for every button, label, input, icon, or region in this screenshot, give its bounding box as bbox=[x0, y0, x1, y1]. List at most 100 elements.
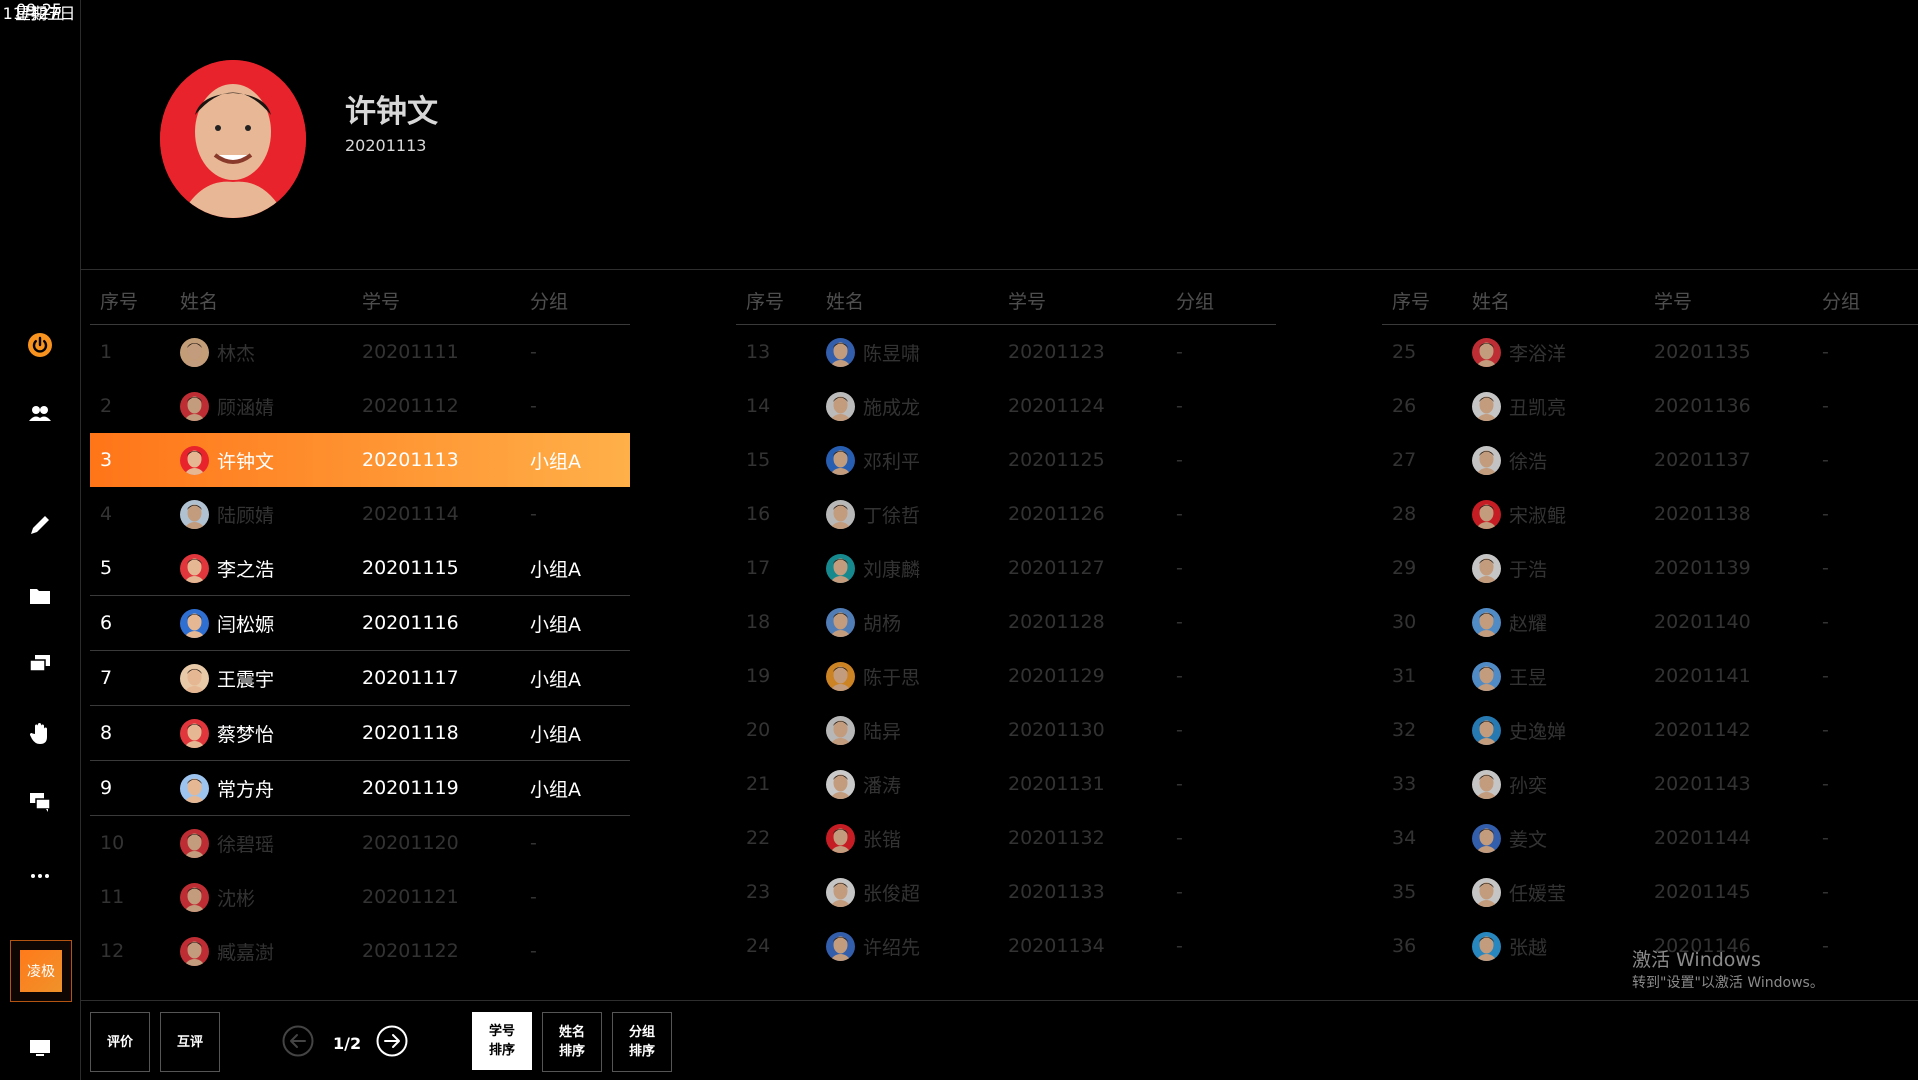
student-row[interactable]: 31 王昱 20201141 - bbox=[1382, 649, 1918, 703]
student-row[interactable]: 4 陆顾婧 20201114 - bbox=[90, 487, 630, 541]
student-group: - bbox=[530, 940, 537, 962]
student-row[interactable]: 14 施成龙 20201124 - bbox=[736, 379, 1276, 433]
student-id: 20201122 bbox=[362, 940, 459, 962]
student-row[interactable]: 3 许钟文 20201113 小组A bbox=[90, 433, 630, 487]
student-row[interactable]: 15 邓利平 20201125 - bbox=[736, 433, 1276, 487]
student-row[interactable]: 12 臧嘉澍 20201122 - bbox=[90, 924, 630, 978]
student-group: 小组A bbox=[530, 450, 581, 473]
sort-by-id-button[interactable]: 学号 排序 bbox=[472, 1012, 532, 1070]
student-avatar bbox=[826, 391, 855, 421]
peer-review-button[interactable]: 互评 bbox=[160, 1012, 220, 1072]
student-group: - bbox=[1176, 773, 1183, 795]
header-name: 姓名 bbox=[1472, 290, 1511, 313]
student-name-cell: 闫松嫄 bbox=[180, 596, 274, 650]
sort-by-group-button[interactable]: 分组 排序 bbox=[612, 1012, 672, 1072]
student-row[interactable]: 27 徐浩 20201137 - bbox=[1382, 433, 1918, 487]
student-row[interactable]: 16 丁徐哲 20201126 - bbox=[736, 487, 1276, 541]
student-name-cell: 潘涛 bbox=[826, 757, 901, 811]
student-row[interactable]: 25 李浴洋 20201135 - bbox=[1382, 325, 1918, 379]
student-avatar bbox=[826, 661, 855, 691]
student-row[interactable]: 7 王震宇 20201117 小组A bbox=[90, 651, 630, 706]
student-name-cell: 陈于思 bbox=[826, 649, 920, 703]
student-avatar bbox=[1472, 391, 1501, 421]
student-row[interactable]: 5 李之浩 20201115 小组A bbox=[90, 541, 630, 596]
student-seq: 11 bbox=[100, 886, 125, 908]
student-row[interactable]: 8 蔡梦怡 20201118 小组A bbox=[90, 706, 630, 761]
student-seq: 19 bbox=[746, 665, 771, 687]
student-row[interactable]: 6 闫松嫄 20201116 小组A bbox=[90, 596, 630, 651]
student-seq: 17 bbox=[746, 557, 771, 579]
student-id: 20201145 bbox=[1654, 881, 1751, 903]
users-icon[interactable] bbox=[24, 398, 56, 430]
student-group: - bbox=[1822, 881, 1829, 903]
prev-page-icon[interactable] bbox=[282, 1025, 314, 1057]
student-row[interactable]: 17 刘康麟 20201127 - bbox=[736, 541, 1276, 595]
header-seq: 序号 bbox=[100, 290, 139, 313]
student-row[interactable]: 28 宋淑鲲 20201138 - bbox=[1382, 487, 1918, 541]
student-row[interactable]: 13 陈昱啸 20201123 - bbox=[736, 325, 1276, 379]
sort-by-name-button[interactable]: 姓名 排序 bbox=[542, 1012, 602, 1072]
folder-icon[interactable] bbox=[24, 580, 56, 612]
student-name: 赵耀 bbox=[1509, 612, 1548, 635]
student-row[interactable]: 1 林杰 20201111 - bbox=[90, 325, 630, 379]
header-id: 学号 bbox=[362, 290, 401, 313]
student-seq: 14 bbox=[746, 395, 771, 417]
student-row[interactable]: 21 潘涛 20201131 - bbox=[736, 757, 1276, 811]
student-name: 王昱 bbox=[1509, 666, 1548, 689]
student-row[interactable]: 34 姜文 20201144 - bbox=[1382, 811, 1918, 865]
student-group: - bbox=[530, 832, 537, 854]
student-row[interactable]: 33 孙奕 20201143 - bbox=[1382, 757, 1918, 811]
student-row[interactable]: 32 史逸婵 20201142 - bbox=[1382, 703, 1918, 757]
student-row[interactable]: 18 胡杨 20201128 - bbox=[736, 595, 1276, 649]
student-row[interactable]: 2 顾涵婧 20201112 - bbox=[90, 379, 630, 433]
screens-icon[interactable] bbox=[24, 648, 56, 680]
student-group: - bbox=[1176, 557, 1183, 579]
student-name-cell: 孙奕 bbox=[1472, 757, 1547, 811]
student-avatar bbox=[180, 553, 209, 583]
power-icon[interactable] bbox=[24, 329, 56, 361]
student-seq: 2 bbox=[100, 395, 113, 417]
student-row[interactable]: 20 陆异 20201130 - bbox=[736, 703, 1276, 757]
student-id: 20201140 bbox=[1654, 611, 1751, 633]
student-name-cell: 徐浩 bbox=[1472, 433, 1547, 487]
student-row[interactable]: 35 任媛莹 20201145 - bbox=[1382, 865, 1918, 919]
student-group: 小组A bbox=[530, 613, 581, 636]
student-name-cell: 任媛莹 bbox=[1472, 865, 1566, 919]
student-name: 常方舟 bbox=[217, 778, 275, 801]
pencil-icon[interactable] bbox=[24, 509, 56, 541]
student-name: 陆异 bbox=[863, 720, 902, 743]
student-name: 邓利平 bbox=[863, 450, 921, 473]
student-row[interactable]: 19 陈于思 20201129 - bbox=[736, 649, 1276, 703]
student-name: 顾涵婧 bbox=[217, 396, 275, 419]
student-row[interactable]: 29 于浩 20201139 - bbox=[1382, 541, 1918, 595]
chat-icon[interactable] bbox=[24, 786, 56, 818]
student-name: 刘康麟 bbox=[863, 558, 921, 581]
hand-icon[interactable] bbox=[24, 718, 56, 750]
student-row[interactable]: 11 沈彬 20201121 - bbox=[90, 870, 630, 924]
student-group: - bbox=[1176, 719, 1183, 741]
student-name-cell: 于浩 bbox=[1472, 541, 1547, 595]
header-name: 姓名 bbox=[180, 290, 219, 313]
student-row[interactable]: 9 常方舟 20201119 小组A bbox=[90, 761, 630, 816]
student-seq: 20 bbox=[746, 719, 771, 741]
student-row[interactable]: 10 徐碧瑶 20201120 - bbox=[90, 816, 630, 870]
student-seq: 12 bbox=[100, 940, 125, 962]
student-row[interactable]: 23 张俊超 20201133 - bbox=[736, 865, 1276, 919]
table-header: 序号 姓名 学号 分组 bbox=[1382, 276, 1918, 325]
student-name-cell: 臧嘉澍 bbox=[180, 924, 274, 978]
student-row[interactable]: 24 许绍先 20201134 - bbox=[736, 919, 1276, 973]
student-seq: 3 bbox=[100, 449, 113, 471]
student-row[interactable]: 22 张锴 20201132 - bbox=[736, 811, 1276, 865]
student-row[interactable]: 30 赵耀 20201140 - bbox=[1382, 595, 1918, 649]
board-button-label: 凌极 bbox=[20, 950, 62, 992]
more-icon[interactable] bbox=[24, 860, 56, 892]
student-group: - bbox=[1822, 773, 1829, 795]
screen-icon[interactable] bbox=[24, 1032, 56, 1064]
next-page-icon[interactable] bbox=[376, 1025, 408, 1057]
student-avatar bbox=[180, 936, 209, 966]
student-seq: 6 bbox=[100, 612, 113, 634]
evaluate-button[interactable]: 评价 bbox=[90, 1012, 150, 1072]
student-name: 于浩 bbox=[1509, 558, 1548, 581]
student-row[interactable]: 26 丑凯亮 20201136 - bbox=[1382, 379, 1918, 433]
board-button[interactable]: 凌极 bbox=[10, 940, 72, 1002]
